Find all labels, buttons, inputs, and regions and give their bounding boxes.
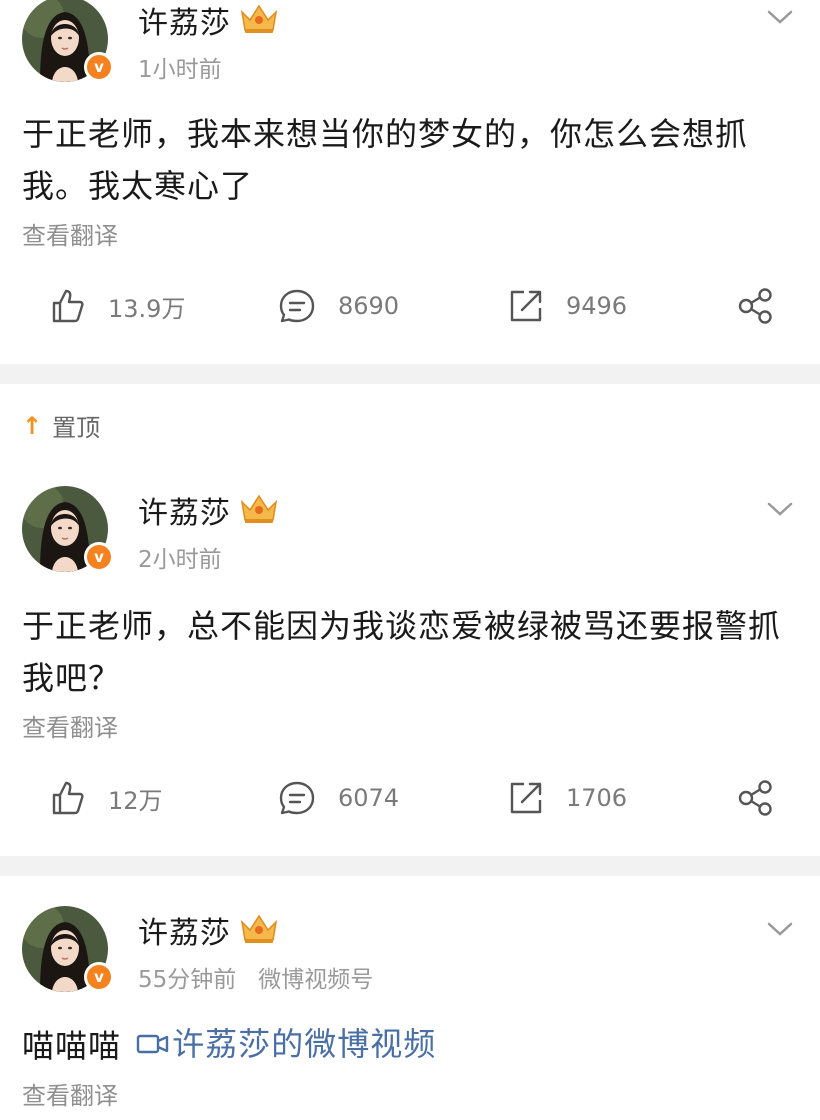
weibo-feed: v 许荔莎 1小时前 于正老师，我本来想当你的梦女的，你怎么会想抓我。我太寒心了… bbox=[0, 0, 820, 1120]
comment-button[interactable]: 8690 bbox=[278, 284, 399, 328]
chevron-down-icon[interactable] bbox=[766, 500, 794, 518]
repost-count: 9496 bbox=[566, 292, 628, 320]
like-count: 13.9万 bbox=[108, 294, 186, 323]
repost-button[interactable]: 9496 bbox=[508, 284, 627, 328]
video-link-text[interactable]: 许荔莎的微博视频 bbox=[172, 1018, 436, 1070]
post-text: 于正老师，总不能因为我谈恋爱被绿被骂还要报警抓我吧？ bbox=[22, 607, 782, 697]
author-name[interactable]: 许荔莎 bbox=[138, 0, 231, 42]
chevron-down-icon[interactable] bbox=[766, 920, 794, 938]
like-button[interactable]: 12万 bbox=[50, 776, 163, 820]
crown-icon bbox=[240, 914, 278, 943]
post-time: 2小时前 bbox=[138, 547, 222, 573]
verified-badge: v bbox=[84, 52, 114, 82]
translate-link[interactable]: 查看翻译 bbox=[22, 1076, 118, 1111]
share-icon bbox=[738, 288, 772, 324]
divider bbox=[0, 364, 820, 384]
translate-link[interactable]: 查看翻译 bbox=[22, 216, 118, 251]
like-icon bbox=[52, 781, 84, 815]
comment-count: 8690 bbox=[338, 292, 400, 320]
share-button[interactable] bbox=[736, 284, 774, 328]
verified-badge: v bbox=[84, 962, 114, 992]
action-bar: 13.9万 8690 9496 bbox=[0, 284, 820, 328]
post-card[interactable]: ↑ 置顶 v 许荔莎 2小时前 于正老师，总不能因为我谈恋爱被绿被骂还要报警抓我… bbox=[0, 384, 820, 856]
share-icon bbox=[738, 780, 772, 816]
video-icon bbox=[136, 1034, 169, 1054]
verified-badge: v bbox=[84, 542, 114, 572]
post-text-row: 喵喵喵 许荔莎的微博视频 bbox=[22, 1018, 798, 1072]
post-text: 喵喵喵 bbox=[22, 1027, 122, 1065]
post-card[interactable]: v 许荔莎 55分钟前 微博视频号 喵喵喵 许荔莎的微博视频 查看翻译 bbox=[0, 876, 820, 1120]
post-card[interactable]: v 许荔莎 1小时前 于正老师，我本来想当你的梦女的，你怎么会想抓我。我太寒心了… bbox=[0, 0, 820, 364]
repost-count: 1706 bbox=[566, 784, 628, 812]
post-text: 于正老师，我本来想当你的梦女的，你怎么会想抓我。我太寒心了 bbox=[22, 115, 749, 205]
repost-icon bbox=[510, 782, 542, 814]
post-time: 1小时前 bbox=[138, 57, 222, 83]
crown-icon bbox=[240, 4, 278, 33]
chevron-down-icon[interactable] bbox=[766, 8, 794, 26]
comment-button[interactable]: 6074 bbox=[278, 776, 399, 820]
author-name[interactable]: 许荔莎 bbox=[138, 908, 231, 952]
like-count: 12万 bbox=[108, 786, 163, 815]
pinned-text: 置顶 bbox=[52, 414, 101, 442]
video-link[interactable]: 许荔莎的微博视频 bbox=[132, 1018, 436, 1070]
comment-count: 6074 bbox=[338, 784, 400, 812]
pinned-label: ↑ 置顶 bbox=[22, 408, 100, 443]
repost-button[interactable]: 1706 bbox=[508, 776, 627, 820]
comment-icon bbox=[279, 781, 315, 815]
pin-arrow-icon: ↑ bbox=[22, 411, 43, 440]
action-bar: 12万 6074 1706 bbox=[0, 776, 820, 820]
crown-icon bbox=[240, 494, 278, 523]
post-time: 55分钟前 bbox=[138, 967, 237, 993]
repost-icon bbox=[510, 290, 542, 322]
author-name[interactable]: 许荔莎 bbox=[138, 488, 231, 532]
post-source[interactable]: 微博视频号 bbox=[258, 967, 373, 993]
post-meta: 55分钟前 微博视频号 bbox=[138, 960, 373, 994]
like-button[interactable]: 13.9万 bbox=[50, 284, 185, 328]
share-button[interactable] bbox=[736, 776, 774, 820]
translate-link[interactable]: 查看翻译 bbox=[22, 708, 118, 743]
divider bbox=[0, 856, 820, 876]
like-icon bbox=[52, 289, 84, 323]
comment-icon bbox=[279, 289, 315, 323]
